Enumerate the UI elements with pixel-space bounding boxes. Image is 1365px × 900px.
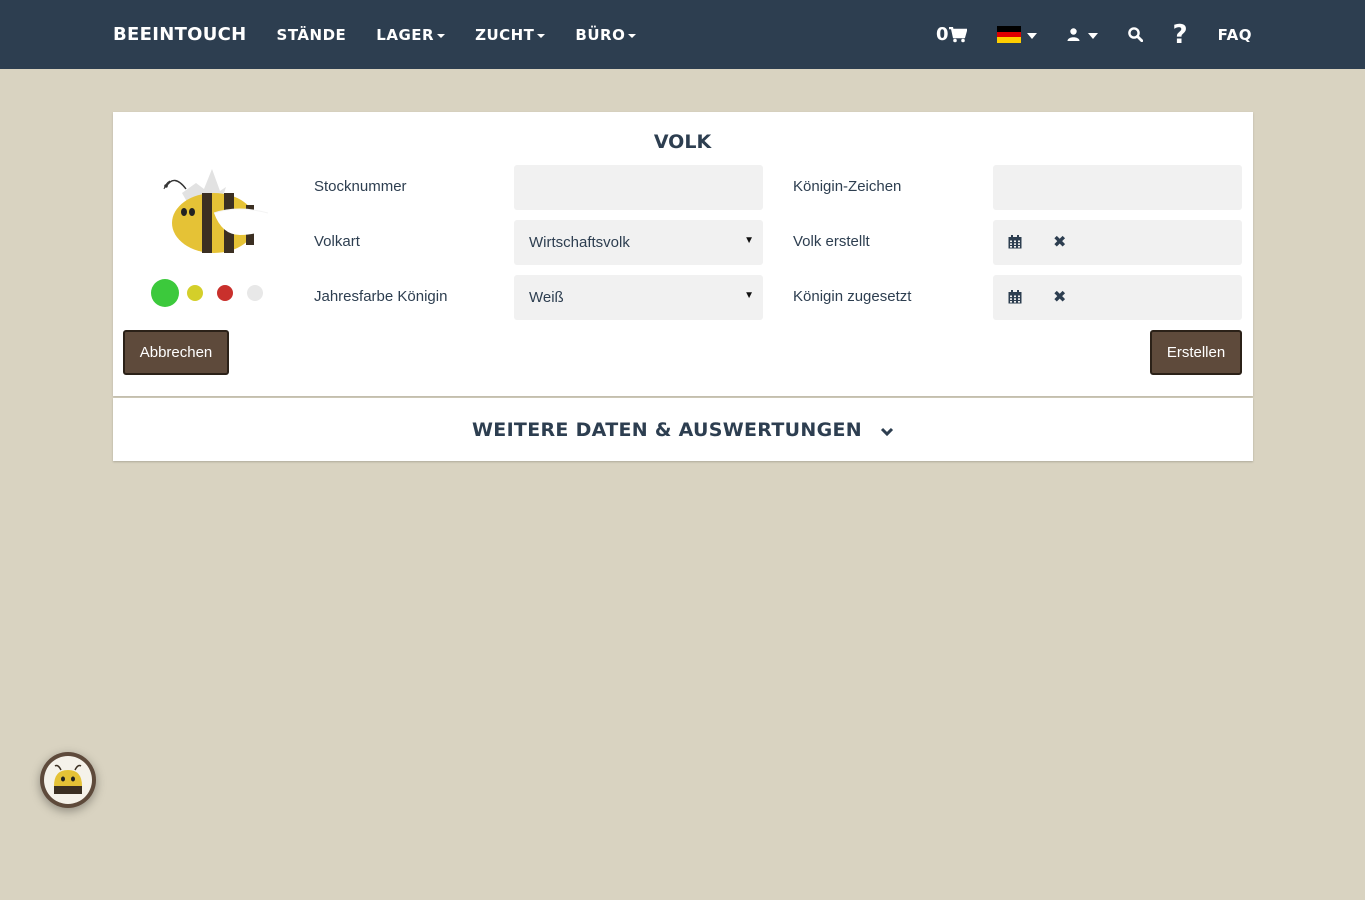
help-icon[interactable]: ? [1173, 20, 1188, 50]
top-navbar: BEEINTOUCH STÄNDE LAGER ZUCHT BÜRO 0 ? F… [0, 0, 1365, 69]
page-title: VOLK [653, 131, 712, 153]
jahresfarbe-select[interactable]: Weiß ▼ [514, 275, 763, 320]
status-dot-green[interactable] [151, 279, 179, 307]
language-dropdown[interactable] [996, 26, 1037, 44]
nav-item-label: BÜRO [575, 25, 626, 44]
cart-count: 0 [935, 24, 949, 45]
status-dot-white[interactable] [247, 285, 263, 301]
cart-button[interactable]: 0 [936, 24, 967, 45]
create-button[interactable]: Erstellen [1150, 330, 1242, 375]
nav-item-label: LAGER [376, 25, 435, 44]
volk-erstellt-label: Volk erstellt [793, 233, 870, 250]
user-icon [1067, 28, 1080, 41]
status-dot-yellow[interactable] [187, 285, 203, 301]
volkart-label: Volkart [314, 233, 360, 250]
select-arrow-icon: ▼ [744, 235, 754, 246]
clear-date-icon[interactable]: ✖ [1053, 232, 1066, 252]
jahresfarbe-value: Weiß [529, 289, 564, 306]
volkart-value: Wirtschaftsvolk [529, 234, 630, 251]
caret-down-icon [437, 33, 446, 38]
brand-logo[interactable]: BEEINTOUCH [113, 24, 247, 45]
more-data-toggle[interactable]: WEITERE DATEN & AUSWERTUNGEN [113, 398, 1253, 461]
nav-item-lager[interactable]: LAGER [376, 25, 446, 44]
cancel-button[interactable]: Abbrechen [123, 330, 229, 375]
calendar-icon[interactable] [1008, 290, 1022, 304]
nav-item-label: ZUCHT [475, 25, 535, 44]
koenigin-zeichen-label: Königin-Zeichen [793, 178, 902, 195]
flag-de-icon [996, 26, 1021, 44]
caret-down-icon [1026, 32, 1037, 39]
koenigin-zeichen-input[interactable] [993, 165, 1242, 210]
nav-item-label: STÄNDE [276, 25, 347, 44]
caret-down-icon [1087, 32, 1098, 39]
jahresfarbe-label: Jahresfarbe Königin [314, 288, 448, 305]
stocknummer-label: Stocknummer [314, 178, 407, 195]
queen-bee-illustration [163, 169, 282, 253]
koenigin-zugesetzt-datepicker[interactable]: ✖ [993, 275, 1242, 320]
volkart-select[interactable]: Wirtschaftsvolk ▼ [514, 220, 763, 265]
stocknummer-input[interactable] [514, 165, 763, 210]
status-dot-red[interactable] [217, 285, 233, 301]
nav-item-zucht[interactable]: ZUCHT [475, 25, 546, 44]
nav-item-staende[interactable]: STÄNDE [277, 26, 347, 44]
bee-avatar-icon [44, 756, 92, 804]
more-data-title: WEITERE DATEN & AUSWERTUNGEN [472, 418, 862, 441]
caret-down-icon [537, 33, 546, 38]
koenigin-zugesetzt-label: Königin zugesetzt [793, 288, 912, 305]
caret-down-icon [628, 33, 637, 38]
search-button[interactable] [1127, 27, 1143, 42]
volk-erstellt-datepicker[interactable]: ✖ [993, 220, 1242, 265]
nav-item-buero[interactable]: BÜRO [575, 25, 637, 44]
status-dots [151, 278, 277, 308]
chat-widget-button[interactable] [40, 752, 96, 808]
search-icon [1127, 27, 1143, 42]
calendar-icon[interactable] [1008, 235, 1022, 249]
faq-link[interactable]: FAQ [1218, 26, 1252, 44]
chevron-down-icon [880, 427, 894, 436]
cart-icon [948, 26, 967, 42]
user-dropdown[interactable] [1067, 28, 1098, 41]
clear-date-icon[interactable]: ✖ [1053, 287, 1066, 307]
select-arrow-icon: ▼ [744, 290, 754, 301]
